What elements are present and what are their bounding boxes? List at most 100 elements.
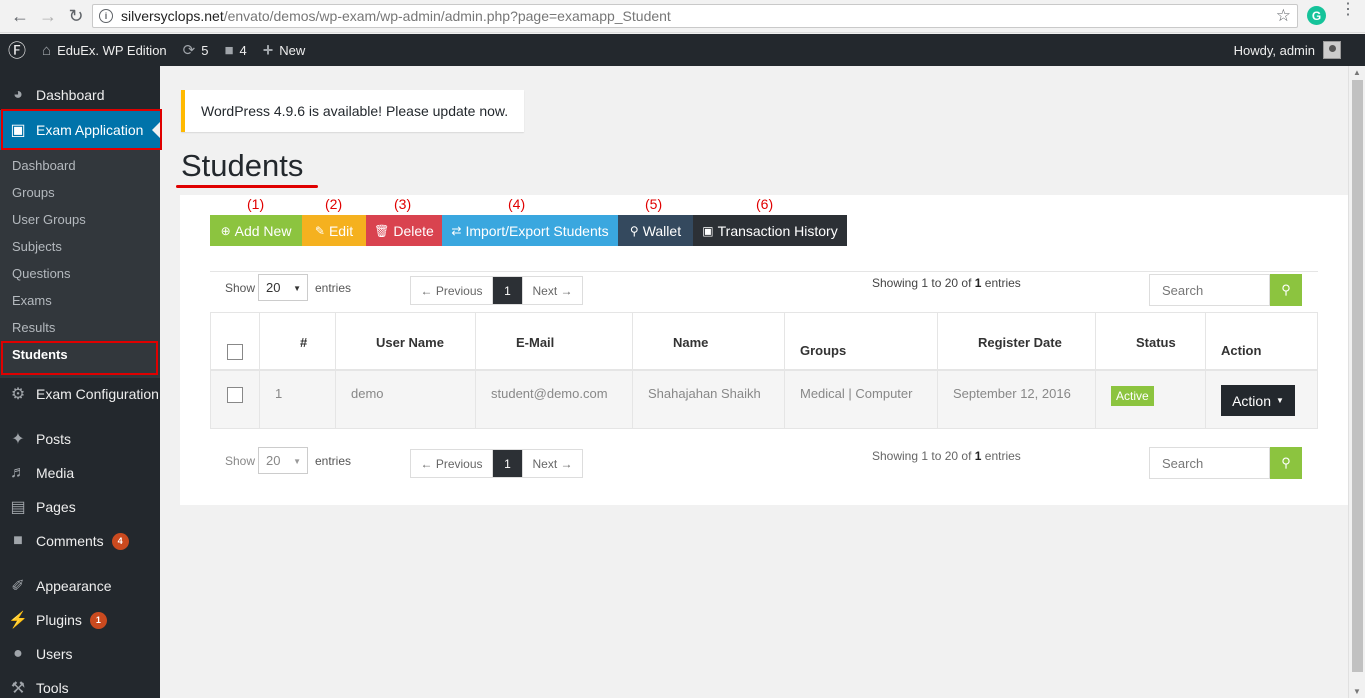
updates-link[interactable]: ⟳ 5 xyxy=(175,34,217,66)
header-cell-name: Name xyxy=(633,313,785,369)
page-scrollbar[interactable]: ▲ ▼ xyxy=(1348,66,1365,698)
comment-bubble-icon: ■ xyxy=(13,532,23,549)
info-icon[interactable]: i xyxy=(99,9,113,23)
scroll-up-arrow-icon[interactable]: ▲ xyxy=(1353,68,1361,77)
scroll-down-arrow-icon[interactable]: ▼ xyxy=(1353,687,1361,696)
update-notice-text[interactable]: WordPress 4.9.6 is available! Please upd… xyxy=(201,103,508,119)
sidebar-item-media[interactable]: ♬ Media xyxy=(0,460,160,486)
browser-toolbar: ← → ↻ i silversyclops.net/envato/demos/w… xyxy=(0,0,1365,33)
submenu-item-exams[interactable]: Exams xyxy=(12,293,52,308)
comments-count: 4 xyxy=(239,42,247,58)
wallet-button[interactable]: ⚲ Wallet xyxy=(618,215,693,246)
bookmark-star-icon[interactable]: ☆ xyxy=(1276,6,1291,26)
comments-badge: 4 xyxy=(111,532,129,550)
wordpress-logo-icon[interactable]: Ⓕ xyxy=(0,34,34,66)
wrench-icon: ⚒ xyxy=(10,680,26,697)
forward-arrow-icon[interactable]: → xyxy=(34,2,62,30)
submenu-item-groups[interactable]: Groups xyxy=(12,185,55,200)
sidebar-item-posts[interactable]: ✦ Posts xyxy=(0,426,160,452)
page-size-select[interactable]: 20 ▼ xyxy=(258,274,308,301)
next-page-button-bottom[interactable]: Next → xyxy=(522,450,582,477)
updates-count: 5 xyxy=(201,42,209,58)
scroll-thumb[interactable] xyxy=(1352,80,1363,672)
edit-button[interactable]: ✎ Edit xyxy=(302,215,366,246)
address-bar[interactable]: i silversyclops.net/envato/demos/wp-exam… xyxy=(92,4,1298,28)
search-input[interactable]: Search xyxy=(1149,274,1270,306)
submenu-item-questions[interactable]: Questions xyxy=(12,266,71,281)
reload-icon[interactable]: ↻ xyxy=(62,2,90,30)
header-cell-email: E-Mail xyxy=(476,313,633,369)
annotation-2: (2) xyxy=(325,196,343,212)
page-1-button[interactable]: 1 xyxy=(493,277,522,304)
column-header-name[interactable]: Name xyxy=(673,335,708,350)
import-export-label: Import/Export Students xyxy=(465,222,609,239)
sidebar-item-label: Pages xyxy=(36,499,76,515)
browser-menu-icon[interactable]: ⋮ xyxy=(1340,2,1356,18)
sidebar-item-plugins[interactable]: ⚡ Plugins 1 xyxy=(0,607,160,633)
submenu-item-user-groups[interactable]: User Groups xyxy=(12,212,86,227)
url-path: /envato/demos/wp-exam/wp-admin/admin.php… xyxy=(223,8,671,24)
import-export-students-button[interactable]: ⇄ Import/Export Students xyxy=(442,215,618,246)
search-button-bottom[interactable]: ⚲ xyxy=(1270,447,1302,479)
delete-button[interactable]: 🗑 Delete xyxy=(366,215,442,246)
row-action-dropdown[interactable]: Action ▼ xyxy=(1221,385,1295,416)
column-header-email[interactable]: E-Mail xyxy=(516,335,554,350)
select-all-checkbox[interactable] xyxy=(227,344,243,360)
row-cell-register-date: September 12, 2016 xyxy=(938,371,1096,428)
students-table: # User Name E-Mail Name Groups Register … xyxy=(210,312,1318,429)
search-icon: ⚲ xyxy=(1281,282,1291,297)
submenu-item-results[interactable]: Results xyxy=(12,320,55,335)
column-header-username[interactable]: User Name xyxy=(376,335,444,350)
page-size-select-bottom[interactable]: 20 ▼ xyxy=(258,447,308,474)
search-button[interactable]: ⚲ xyxy=(1270,274,1302,306)
column-header-groups[interactable]: Groups xyxy=(800,343,846,358)
column-header-register-date[interactable]: Register Date xyxy=(978,335,1062,350)
search-input-bottom[interactable]: Search xyxy=(1149,447,1270,479)
column-header-status[interactable]: Status xyxy=(1136,335,1176,350)
row-checkbox[interactable] xyxy=(227,387,243,403)
header-cell-action: Action xyxy=(1206,313,1319,369)
sidebar-item-pages[interactable]: ▤ Pages xyxy=(0,494,160,520)
annotation-5: (5) xyxy=(645,196,663,212)
transaction-history-button[interactable]: ▣ Transaction History xyxy=(693,215,847,246)
new-content-link[interactable]: + New xyxy=(255,34,314,66)
submenu-item-dashboard[interactable]: Dashboard xyxy=(12,158,76,173)
new-label: New xyxy=(279,42,306,58)
sidebar-item-label: Appearance xyxy=(36,578,112,594)
account-menu[interactable]: Howdy, admin xyxy=(1234,34,1341,66)
add-new-button[interactable]: ⊕ Add New xyxy=(210,215,302,246)
row-cell-name: Shahajahan Shaikh xyxy=(633,371,785,428)
comments-link[interactable]: ■ 4 xyxy=(216,34,254,66)
admin-bar: Ⓕ ⌂ EduEx. WP Edition ⟳ 5 ■ 4 + New Howd… xyxy=(0,34,1365,66)
update-notice: WordPress 4.9.6 is available! Please upd… xyxy=(181,90,524,132)
exchange-icon: ⇄ xyxy=(451,223,462,238)
column-header-number[interactable]: # xyxy=(300,335,307,350)
showing-info: Showing 1 to 20 of 1 entries xyxy=(872,276,1021,290)
status-badge: Active xyxy=(1111,386,1154,406)
submenu-item-subjects[interactable]: Subjects xyxy=(12,239,62,254)
title-underline-annotation xyxy=(176,185,318,188)
previous-page-button-bottom[interactable]: ← Previous xyxy=(411,450,493,477)
sidebar-item-tools[interactable]: ⚒ Tools xyxy=(0,675,160,698)
back-arrow-icon[interactable]: ← xyxy=(6,2,34,30)
sidebar-item-dashboard[interactable]: ◕ Dashboard xyxy=(0,82,160,108)
cart-icon: ⚲ xyxy=(629,223,639,238)
sidebar-item-exam-configuration[interactable]: ⚙ Exam Configuration xyxy=(0,381,160,407)
page-1-button-bottom[interactable]: 1 xyxy=(493,450,522,477)
next-page-button[interactable]: Next → xyxy=(522,277,582,304)
previous-page-button[interactable]: ← Previous xyxy=(411,277,493,304)
transaction-history-label: Transaction History xyxy=(717,222,838,239)
site-name-link[interactable]: ⌂ EduEx. WP Edition xyxy=(34,34,175,66)
caret-down-icon: ▼ xyxy=(293,457,301,466)
sidebar-item-label: Tools xyxy=(36,680,69,696)
row-cell-select xyxy=(211,371,260,428)
user-icon: ● xyxy=(13,645,23,662)
sidebar-item-label: Posts xyxy=(36,431,72,447)
comment-bubble-icon: ■ xyxy=(224,41,234,59)
sidebar-item-users[interactable]: ● Users xyxy=(0,641,160,667)
caret-down-icon: ▼ xyxy=(1276,396,1284,405)
sidebar-item-appearance[interactable]: ✐ Appearance xyxy=(0,573,160,599)
annotation-6: (6) xyxy=(756,196,774,212)
sidebar-item-comments[interactable]: ■ Comments 4 xyxy=(0,528,160,554)
grammarly-extension-icon[interactable]: G xyxy=(1307,6,1326,25)
